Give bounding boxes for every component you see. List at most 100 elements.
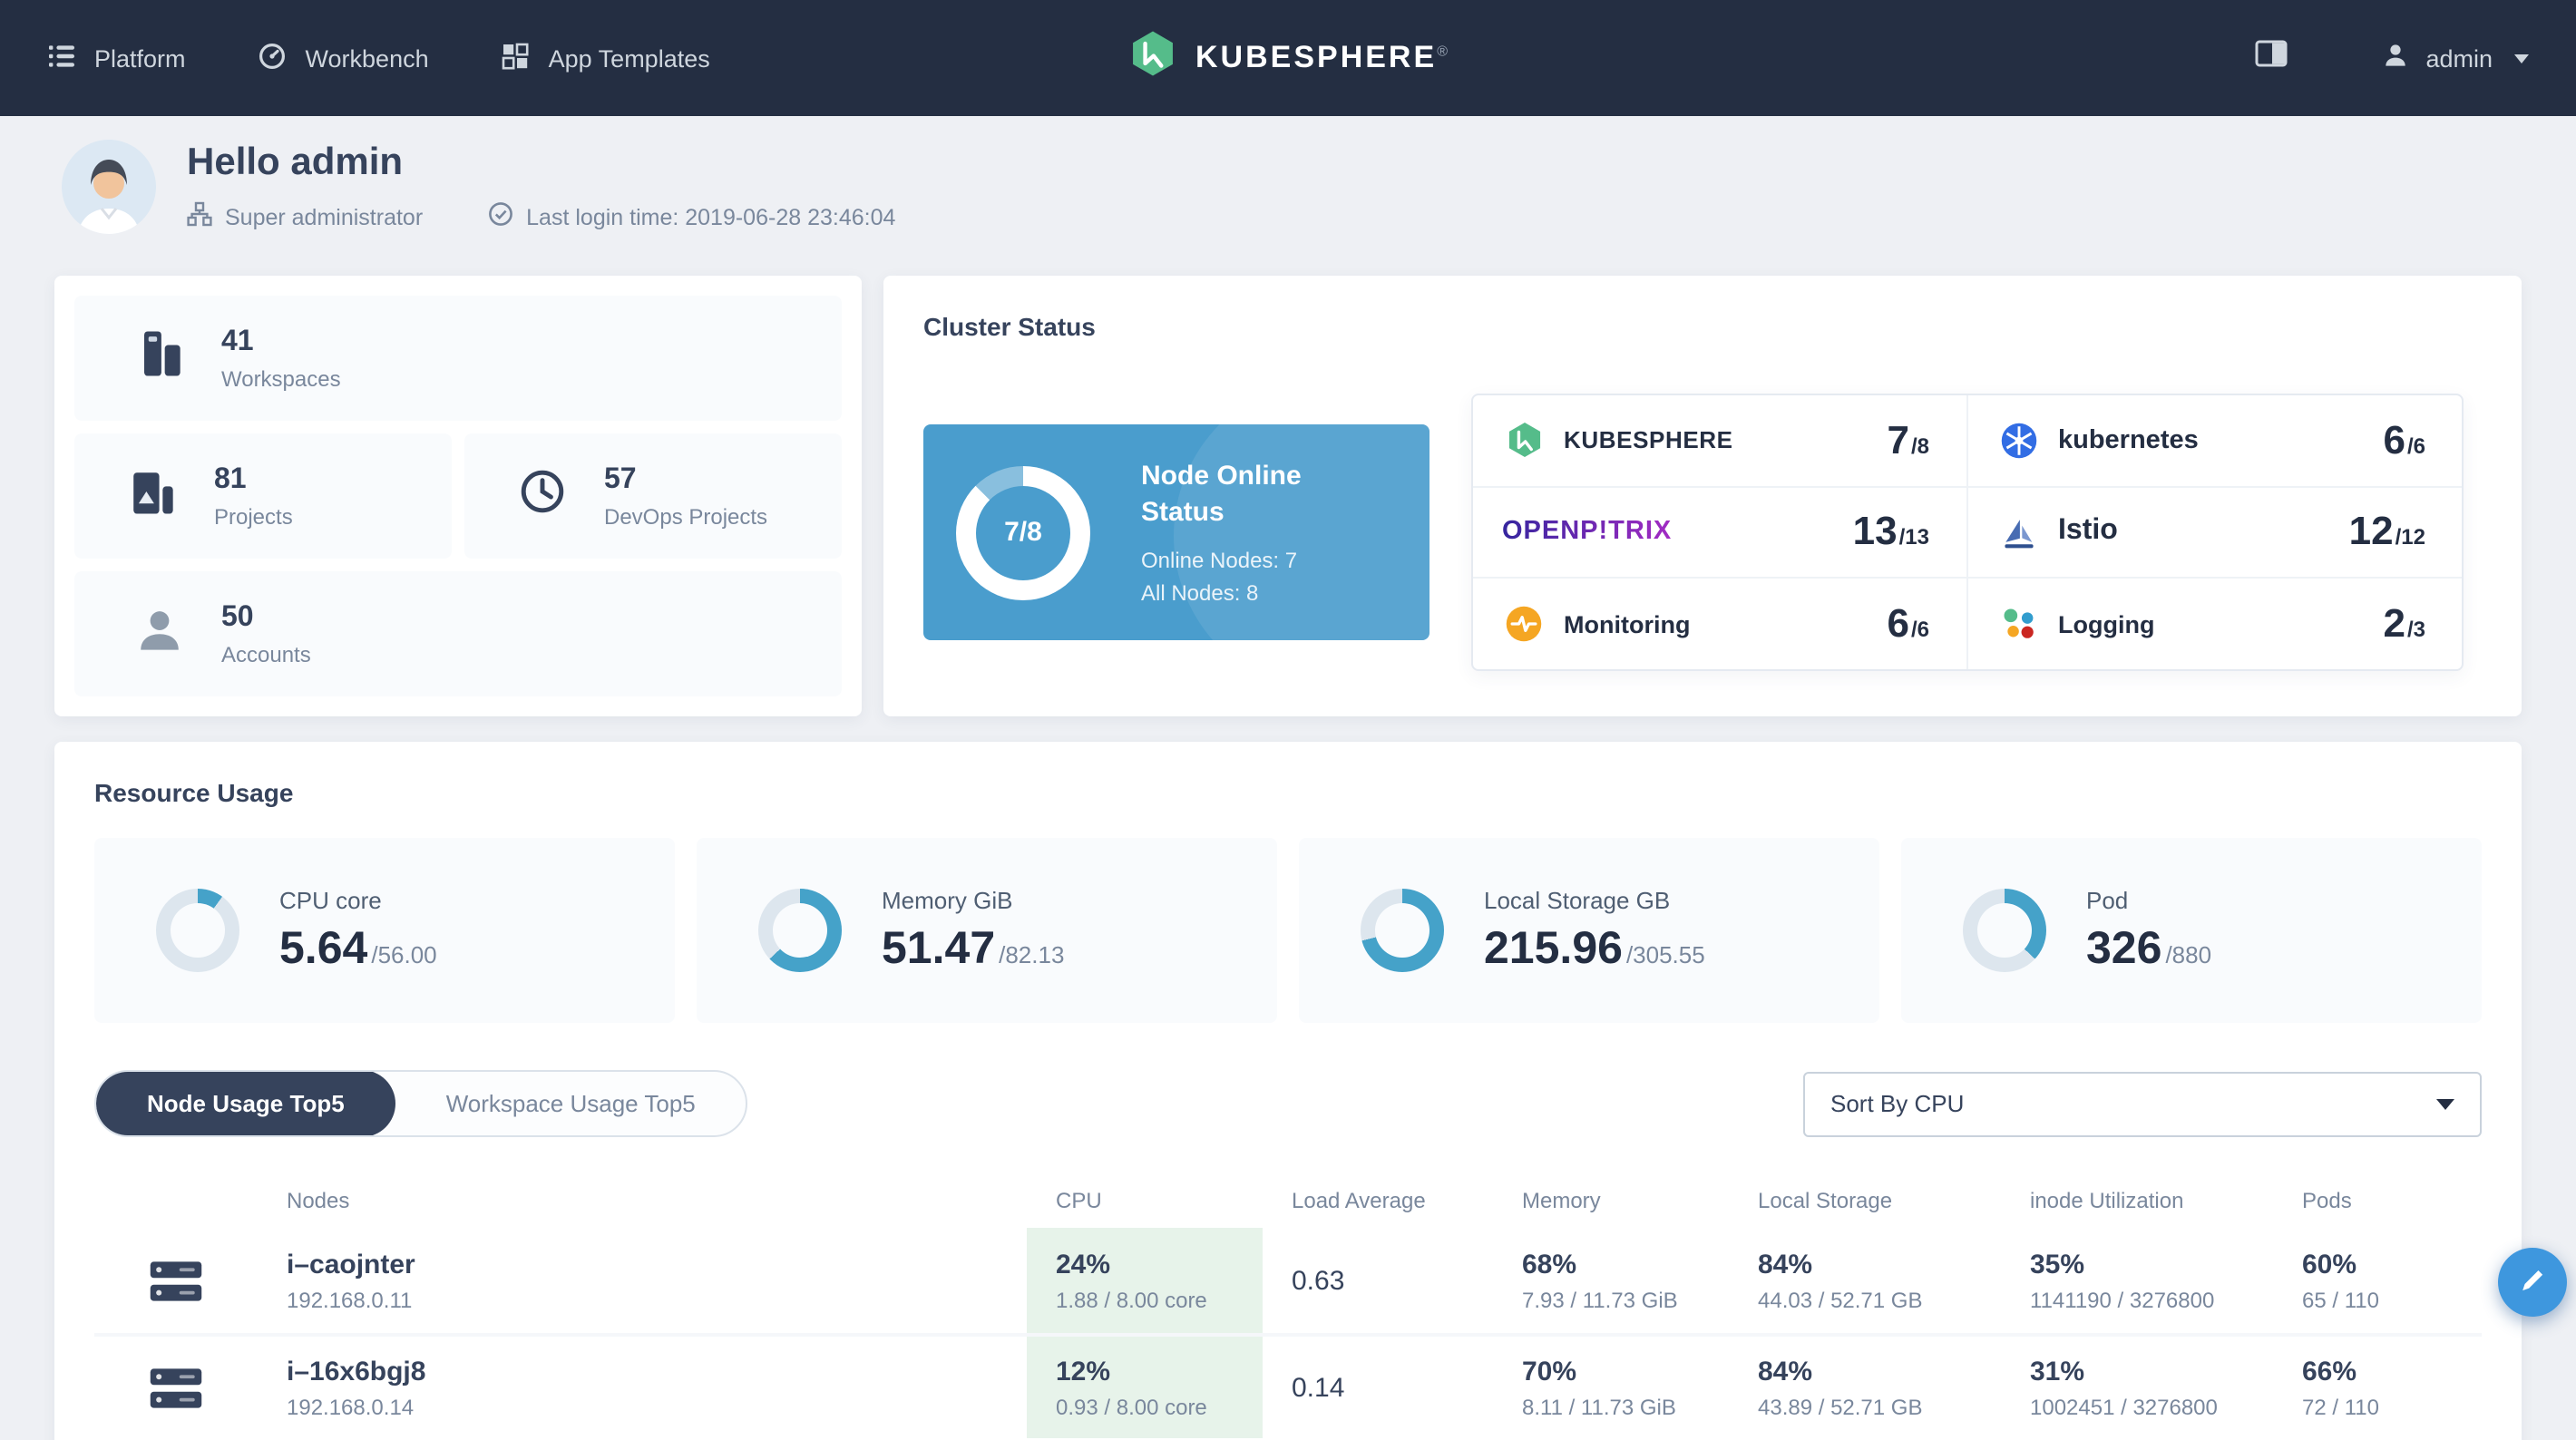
- workspaces-label: Workspaces: [221, 365, 341, 391]
- pod-gauge-tile: Pod 326/880: [1901, 838, 2482, 1023]
- projects-label: Projects: [214, 503, 293, 529]
- component-value: 6: [1887, 600, 1909, 647]
- component-name: kubernetes: [2058, 425, 2199, 455]
- workspaces-count: 41: [221, 326, 254, 356]
- storage-gauge: [1361, 889, 1444, 972]
- usage-tabs: Node Usage Top5 Workspace Usage Top5: [94, 1070, 748, 1137]
- pods-detail: 72 / 110: [2302, 1394, 2379, 1419]
- accounts-tile[interactable]: 50 Accounts: [74, 571, 842, 696]
- node-online-donut: 7/8: [956, 465, 1090, 599]
- page: Platform Workbench App Templates KUBESPH…: [0, 0, 2576, 1440]
- inode-percent: 31%: [2030, 1356, 2085, 1386]
- gauge-text: Local Storage GB 215.96/305.55: [1484, 886, 1705, 975]
- stat-text: 57 DevOps Projects: [604, 463, 767, 529]
- projects-tile[interactable]: 81 Projects: [74, 433, 452, 559]
- workspaces-tile[interactable]: 41 Workspaces: [74, 296, 842, 421]
- logo-registered-mark: ®: [1437, 43, 1448, 60]
- openpitrix-wordmark: OPENP!TRIX: [1502, 517, 1673, 547]
- devops-label: DevOps Projects: [604, 503, 768, 529]
- last-login-meta: Last login time: 2019-06-28 23:46:04: [488, 201, 895, 232]
- layout-toggle-icon[interactable]: [2255, 40, 2288, 76]
- cpu-detail: 0.93 / 8.00 core: [1056, 1394, 1207, 1419]
- component-value: 6: [2383, 416, 2405, 462]
- cpu-detail: 1.88 / 8.00 core: [1056, 1287, 1207, 1312]
- stats-card: 41 Workspaces 81 Projects 57 DevOps Proj…: [54, 276, 862, 716]
- inode-detail: 1002451 / 3276800: [2030, 1394, 2218, 1419]
- component-kubernetes: kubernetes 6/6: [1967, 395, 2462, 488]
- component-total: /13: [1898, 524, 1929, 550]
- app-templates-icon: [502, 41, 531, 75]
- table-controls: Node Usage Top5 Workspace Usage Top5 Sor…: [94, 1070, 2482, 1137]
- component-total: /3: [2406, 617, 2425, 643]
- storage-gauge-value: 215.96: [1484, 922, 1623, 973]
- chevron-down-icon: [2436, 1098, 2454, 1109]
- pods-detail: 65 / 110: [2302, 1287, 2379, 1312]
- component-name: Istio: [2058, 515, 2118, 547]
- cpu-gauge-label: CPU core: [279, 886, 382, 913]
- last-login-label: Last login time: 2019-06-28 23:46:04: [526, 204, 896, 229]
- workbench-icon: [259, 41, 288, 75]
- node-ip: 192.168.0.11: [287, 1287, 413, 1312]
- role-meta: Super administrator: [187, 201, 423, 232]
- node-online-panel: 7/8 Node Online Status Online Nodes: 7 A…: [923, 424, 1429, 640]
- memory-percent: 68%: [1522, 1249, 1577, 1279]
- gauge-text: CPU core 5.64/56.00: [279, 886, 437, 975]
- user-name: admin: [2425, 44, 2493, 72]
- storage-detail: 43.89 / 52.71 GB: [1758, 1394, 1923, 1419]
- memory-gauge-total: /82.13: [999, 940, 1065, 968]
- monitoring-icon: [1502, 602, 1546, 646]
- storage-gauge-label: Local Storage GB: [1484, 886, 1671, 913]
- memory-gauge-value: 51.47: [882, 922, 996, 973]
- kubesphere-logo[interactable]: KUBESPHERE®: [1128, 0, 1448, 116]
- header-load-average: Load Average: [1292, 1188, 1426, 1213]
- stat-text: 81 Projects: [214, 463, 293, 529]
- storage-gauge-total: /305.55: [1625, 940, 1705, 968]
- edit-fab-button[interactable]: [2498, 1248, 2567, 1317]
- component-total: /6: [1910, 617, 1929, 643]
- component-istio: Istio 12/12: [1967, 487, 2462, 579]
- nav-item-platform[interactable]: Platform: [47, 41, 186, 75]
- memory-gauge: [758, 889, 842, 972]
- sort-select[interactable]: Sort By CPU: [1803, 1071, 2482, 1136]
- kubesphere-logo-icon: [1128, 29, 1177, 87]
- table-row[interactable]: i–caojnter 192.168.0.11 24% 1.88 / 8.00 …: [94, 1228, 2482, 1333]
- storage-detail: 44.03 / 52.71 GB: [1758, 1287, 1923, 1312]
- logo-text: KUBESPHERE: [1195, 40, 1438, 74]
- header-pods: Pods: [2302, 1188, 2352, 1213]
- devops-tile[interactable]: 57 DevOps Projects: [464, 433, 842, 559]
- tab-node-usage-top5[interactable]: Node Usage Top5: [96, 1072, 395, 1135]
- component-monitoring: Monitoring 6/6: [1473, 579, 1967, 669]
- inode-percent: 35%: [2030, 1249, 2085, 1279]
- hero-text: Hello admin Super administrator Last log…: [187, 140, 895, 232]
- pods-percent: 66%: [2302, 1356, 2357, 1386]
- kubesphere-mini-icon: [1502, 419, 1546, 462]
- memory-detail: 7.93 / 11.73 GiB: [1522, 1287, 1678, 1312]
- node-name: i–caojnter: [287, 1249, 415, 1279]
- node-name: i–16x6bgj8: [287, 1356, 426, 1386]
- resource-usage-title: Resource Usage: [94, 778, 294, 807]
- component-value: 13: [1852, 508, 1898, 554]
- storage-percent: 84%: [1758, 1249, 1813, 1279]
- table-row[interactable]: i–16x6bgj8 192.168.0.14 12% 0.93 / 8.00 …: [94, 1333, 2482, 1438]
- load-average: 0.63: [1292, 1265, 1345, 1296]
- cluster-status-card: Cluster Status 7/8 Node Online Status On…: [883, 276, 2522, 716]
- nav-item-workbench[interactable]: Workbench: [259, 41, 429, 75]
- component-value: 12: [2348, 508, 2394, 554]
- pod-gauge-value: 326: [2086, 922, 2162, 973]
- platform-icon: [47, 41, 76, 75]
- component-name: Monitoring: [1564, 610, 1691, 638]
- hero: Hello admin Super administrator Last log…: [0, 116, 2576, 234]
- memory-detail: 8.11 / 11.73 GiB: [1522, 1394, 1676, 1419]
- user-menu[interactable]: admin: [2382, 42, 2529, 74]
- avatar[interactable]: [62, 140, 156, 234]
- pod-gauge-total: /880: [2165, 940, 2212, 968]
- tab-workspace-usage-top5[interactable]: Workspace Usage Top5: [395, 1072, 746, 1135]
- table-header: Nodes CPU Load Average Memory Local Stor…: [94, 1173, 2482, 1228]
- nav-item-app-templates[interactable]: App Templates: [502, 41, 710, 75]
- resource-usage-card: Resource Usage CPU core 5.64/56.00 Memor…: [54, 742, 2522, 1440]
- nav-item-label: App Templates: [548, 44, 710, 72]
- header-inode-utilization: inode Utilization: [2030, 1188, 2184, 1213]
- storage-percent: 84%: [1758, 1356, 1813, 1386]
- workspaces-icon: [129, 323, 190, 394]
- load-average: 0.14: [1292, 1372, 1345, 1403]
